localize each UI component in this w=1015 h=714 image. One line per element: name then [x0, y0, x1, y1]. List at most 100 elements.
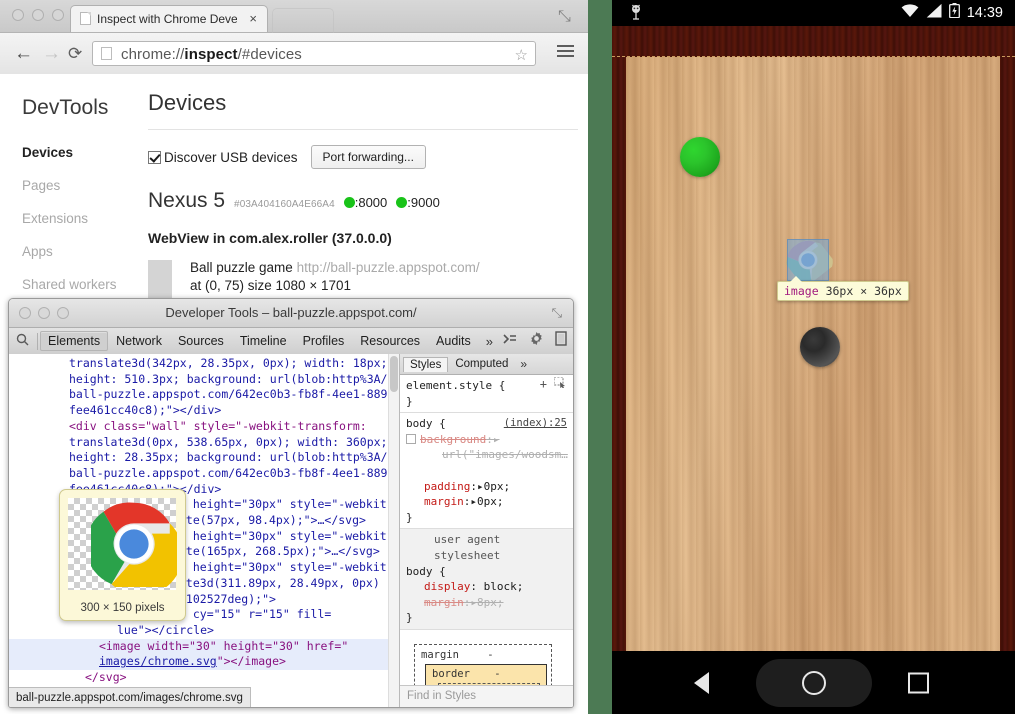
dom-wall-open: <div class="wall" style="-webkit-transfo… [69, 419, 367, 433]
box-model-margin-label: margin [421, 649, 459, 661]
recents-square-icon[interactable] [908, 672, 929, 693]
discover-usb-checkbox[interactable] [148, 151, 161, 164]
port-9000-label: :9000 [407, 195, 440, 210]
devtools-title-bar: Developer Tools – ball-puzzle.appspot.co… [9, 299, 573, 328]
devtools-toolbar-actions [502, 331, 567, 351]
sidebar-item-pages[interactable]: Pages [0, 169, 130, 202]
dom-line-3: ball-puzzle.appspot.com/642ec0b3-fb8f-4e… [69, 387, 400, 401]
add-rule-icon[interactable]: + [540, 377, 547, 393]
window-controls[interactable] [12, 9, 64, 21]
dark-ball[interactable] [800, 327, 840, 367]
ua-selector: body { [406, 564, 567, 580]
box-model-border-value[interactable]: - [476, 668, 500, 680]
element-highlight-overlay [788, 240, 828, 280]
body-rule-close: } [406, 510, 567, 526]
android-device-screen: 14:39 image 36px × 36px [612, 0, 1015, 714]
reload-icon[interactable]: ⟳ [68, 44, 82, 63]
scrollbar-thumb[interactable] [390, 356, 398, 392]
more-styles-tabs-icon[interactable]: » [515, 357, 527, 371]
tab-sources[interactable]: Sources [170, 331, 232, 351]
chrome-logo-icon [91, 501, 177, 587]
webview-heading: WebView in com.alex.roller (37.0.0.0) [148, 213, 578, 246]
dom-image-href[interactable]: images/chrome.svg [99, 654, 217, 668]
port-forwarding-button[interactable]: Port forwarding... [311, 145, 426, 169]
signal-icon [926, 4, 942, 23]
back-icon[interactable]: ← [14, 44, 33, 63]
target-title: Ball puzzle game [190, 260, 293, 275]
highlighted-image-element[interactable] [788, 240, 828, 280]
dock-side-icon[interactable] [555, 331, 567, 351]
body-prop-margin[interactable]: margin:▸0px; [406, 494, 567, 510]
devtools-toolbar: Elements Network Sources Timeline Profil… [9, 328, 573, 355]
devtools-window-controls[interactable] [19, 307, 69, 319]
dom-tree-scrollbar[interactable] [388, 354, 399, 707]
game-screen[interactable]: image 36px × 36px [612, 26, 1015, 651]
tab-network[interactable]: Network [108, 331, 170, 351]
forward-icon[interactable]: → [42, 44, 61, 63]
property-value: 0px; [477, 495, 504, 508]
more-tabs-icon[interactable]: » [479, 334, 500, 349]
styles-sidebar: Styles Computed » + element.style { } (i… [400, 354, 573, 707]
devtools-minimize-button[interactable] [38, 307, 50, 319]
url-scheme: chrome:// [121, 46, 184, 63]
elements-dom-tree[interactable]: translate3d(342px, 28.35px, 0px); width:… [9, 354, 400, 707]
inspect-main: Devices Discover USB devices Port forwar… [148, 74, 578, 328]
android-bug-icon [628, 4, 644, 22]
dom-wall-l4: ball-puzzle.appspot.com/642ec0b3-fb8f-4e… [69, 466, 400, 480]
transparency-checkerboard [68, 498, 176, 590]
target-geometry: at (0, 75) size 1080 × 1701 [190, 275, 480, 293]
find-in-styles-input[interactable]: Find in Styles [400, 685, 573, 707]
port-8000: :8000 [344, 195, 388, 210]
fullscreen-icon[interactable]: ⤡ [558, 8, 574, 24]
battery-charging-icon [949, 3, 960, 23]
tab-audits[interactable]: Audits [428, 331, 479, 351]
gear-icon[interactable] [529, 331, 544, 351]
property-toggle-checkbox[interactable] [406, 434, 416, 444]
devtools-close-button[interactable] [19, 307, 31, 319]
green-ball[interactable] [680, 137, 720, 177]
close-icon[interactable]: × [249, 11, 257, 27]
ua-rule-close: } [406, 610, 567, 626]
status-bar-icons: 14:39 [901, 3, 1003, 23]
browser-tab[interactable]: Inspect with Chrome Deve × [70, 5, 268, 32]
sidebar-item-apps[interactable]: Apps [0, 235, 130, 268]
window-minimize-button[interactable] [32, 9, 44, 21]
sidebar-item-devices[interactable]: Devices [0, 136, 130, 169]
highlight-height: 36px [874, 284, 902, 298]
tab-computed[interactable]: Computed [448, 356, 515, 372]
new-tab-button[interactable] [272, 8, 334, 33]
sidebar-item-shared-workers[interactable]: Shared workers [0, 268, 130, 301]
body-style-rule[interactable]: (index):25 body { background:▸ url("imag… [400, 413, 573, 529]
tab-timeline[interactable]: Timeline [232, 331, 295, 351]
body-prop-background[interactable]: background:▸ [406, 432, 567, 448]
tab-styles[interactable]: Styles [403, 357, 448, 372]
discover-row: Discover USB devices Port forwarding... [148, 130, 578, 169]
element-style-close: } [406, 394, 567, 410]
dom-line-1: translate3d(342px, 28.35px, 0px); width:… [69, 356, 388, 370]
devtools-fullscreen-icon[interactable]: ⤡ [552, 305, 562, 321]
window-close-button[interactable] [12, 9, 24, 21]
dom-close-svg: </svg> [85, 670, 127, 684]
console-drawer-icon[interactable] [502, 332, 518, 351]
bookmark-star-icon[interactable]: ☆ [515, 46, 528, 64]
home-circle-icon[interactable] [802, 671, 826, 695]
tab-elements[interactable]: Elements [40, 331, 108, 351]
search-icon[interactable] [9, 333, 35, 349]
devtools-maximize-button[interactable] [57, 307, 69, 319]
discover-usb-checkbox-label[interactable]: Discover USB devices [148, 150, 298, 165]
back-triangle-icon[interactable] [694, 672, 709, 694]
device-header: Nexus 5 #03A404160A4E66A4 :8000 :9000 [148, 169, 578, 213]
status-dot-icon [396, 197, 407, 208]
body-prop-padding[interactable]: padding:▸0px; [406, 479, 567, 495]
box-model-margin-value[interactable]: - [465, 649, 493, 661]
address-bar[interactable]: chrome://inspect/#devices ☆ [92, 41, 536, 66]
element-state-icon[interactable] [554, 377, 567, 393]
tab-resources[interactable]: Resources [352, 331, 428, 351]
window-maximize-button[interactable] [52, 9, 64, 21]
style-source-link[interactable]: (index):25 [504, 416, 567, 432]
sidebar-item-extensions[interactable]: Extensions [0, 202, 130, 235]
styles-tab-bar: Styles Computed » [400, 354, 573, 375]
tab-profiles[interactable]: Profiles [295, 331, 353, 351]
hamburger-menu-icon[interactable] [557, 45, 574, 58]
element-style-rule[interactable]: + element.style { } [400, 375, 573, 413]
